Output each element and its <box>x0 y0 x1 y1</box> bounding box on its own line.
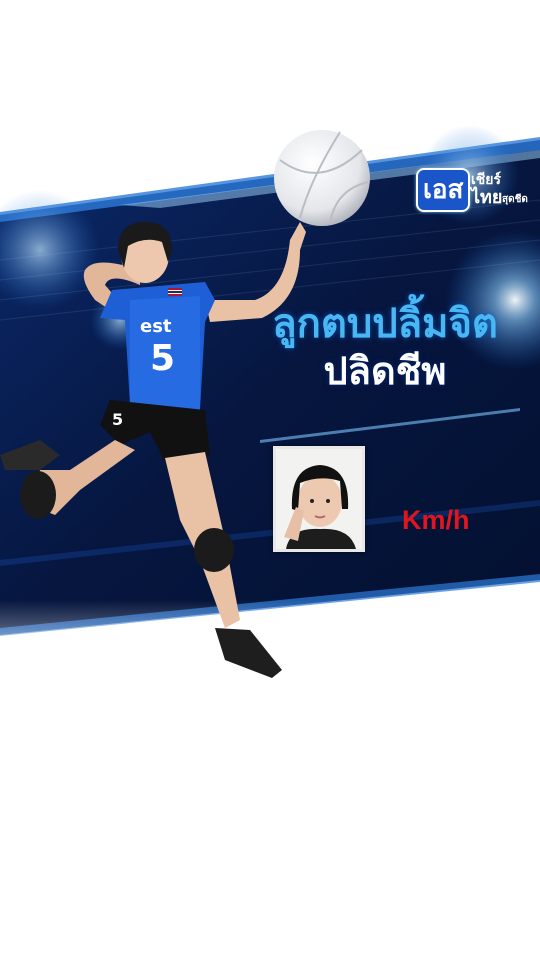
user-photo[interactable] <box>273 446 365 552</box>
promo-screen: 5 est 5 เอส เชียร์ ไทย สุดชีด ลูกตบปลิ้ม… <box>0 0 540 960</box>
brand-tagline-2: ไทย <box>471 187 503 208</box>
speed-unit-label: Km/h <box>402 505 470 535</box>
brand-tagline-3: สุดชีด <box>502 194 528 205</box>
headline-line-2: ปลิดชีพ <box>323 349 447 393</box>
headline: ลูกตบปลิ้มจิต ปลิดชีพ <box>250 300 520 394</box>
portrait-image <box>276 449 362 549</box>
svg-text:est: est <box>140 316 172 337</box>
svg-text:5: 5 <box>150 338 175 379</box>
volleyball-icon <box>274 130 370 226</box>
brand-logo: เอส เชียร์ ไทย สุดชีด <box>416 168 528 218</box>
svg-text:5: 5 <box>112 410 123 429</box>
brand-name: เอส <box>416 168 471 212</box>
headline-line-1: ลูกตบปลิ้มจิต <box>272 301 498 347</box>
brand-tagline-1: เชียร์ <box>471 172 502 188</box>
